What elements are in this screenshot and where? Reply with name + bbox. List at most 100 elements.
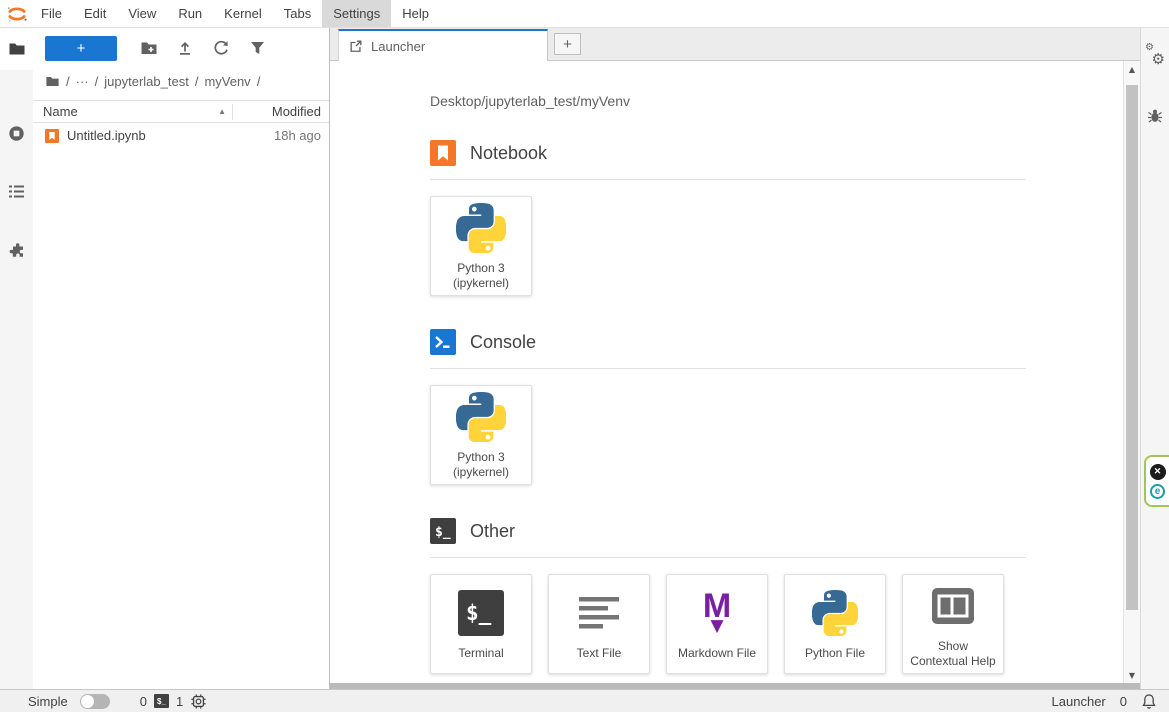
sidebar-tab-property-inspector[interactable]: ⚙ ⚙: [1141, 42, 1169, 70]
new-launcher-button[interactable]: +: [45, 36, 117, 61]
launcher-panel: Desktop/jupyterlab_test/myVenv Notebook: [330, 61, 1140, 683]
upload-icon[interactable]: [167, 35, 203, 61]
card-label: Markdown File: [678, 646, 756, 661]
terminals-count: 0: [140, 694, 147, 709]
section-divider: [430, 368, 1026, 369]
bug-icon: [1147, 108, 1163, 124]
notebook-file-icon: [45, 129, 59, 143]
breadcrumb-ellipsis[interactable]: ···: [76, 74, 89, 89]
menu-run[interactable]: Run: [167, 0, 213, 27]
context-label: Launcher: [1052, 694, 1106, 709]
breadcrumb-separator: /: [257, 74, 261, 89]
gear-small-glyph: ⚙: [1145, 42, 1154, 53]
status-bar-right: Launcher 0: [1052, 693, 1157, 710]
new-folder-icon[interactable]: [131, 35, 167, 61]
vertical-scrollbar[interactable]: ▲ ▼: [1123, 61, 1140, 683]
sidebar-tab-file-browser[interactable]: [0, 28, 33, 70]
python-logo-icon: [456, 391, 506, 443]
scroll-down-icon[interactable]: ▼: [1124, 667, 1140, 683]
launcher-card-terminal[interactable]: $_ Terminal: [430, 574, 532, 674]
bell-icon[interactable]: [1141, 693, 1157, 710]
file-browser-toolbar: +: [33, 28, 329, 68]
python-logo-icon: [456, 202, 506, 254]
tab-bar: Launcher +: [330, 28, 1140, 61]
launcher-section-notebook: Notebook Python: [430, 139, 1026, 296]
menu-file[interactable]: File: [30, 0, 73, 27]
breadcrumb-folder-myvenv[interactable]: myVenv: [204, 74, 250, 89]
file-name: Untitled.ipynb: [67, 128, 241, 143]
launcher-card-notebook-python3[interactable]: Python 3 (ipykernel): [430, 196, 532, 296]
column-header-modified[interactable]: Modified: [233, 104, 321, 119]
sidebar-tab-extensions[interactable]: [0, 230, 33, 272]
file-list-header: Name ▲ Modified: [33, 100, 329, 123]
notebook-section-icon: [430, 140, 456, 166]
scrollbar-thumb[interactable]: [1126, 85, 1138, 610]
kernels-count: 1: [176, 694, 183, 709]
sidebar-tab-debugger[interactable]: [1141, 102, 1169, 130]
svg-text:$_: $_: [435, 525, 451, 540]
section-header-console: Console: [430, 328, 1026, 356]
launcher-tab-icon: [349, 39, 363, 53]
scrollbar-track[interactable]: [1124, 77, 1140, 667]
section-divider: [430, 179, 1026, 180]
breadcrumb-folder-icon[interactable]: [45, 75, 60, 88]
toggle-knob: [81, 695, 94, 708]
markdown-arrow-glyph: ▼: [710, 620, 723, 634]
menu-settings[interactable]: Settings: [322, 0, 391, 27]
python-logo-icon: [812, 587, 858, 639]
tab-launcher[interactable]: Launcher: [338, 29, 548, 61]
scroll-up-icon[interactable]: ▲: [1124, 61, 1140, 77]
launcher-card-markdown-file[interactable]: M ▼ Markdown File: [666, 574, 768, 674]
jupyterlab-window: File Edit View Run Kernel Tabs Settings …: [0, 0, 1169, 712]
close-icon[interactable]: ✕: [1150, 464, 1166, 480]
breadcrumb-separator: /: [66, 74, 70, 89]
terminal-icon: $_: [458, 587, 504, 639]
simple-mode-toggle[interactable]: [80, 694, 110, 709]
column-header-name[interactable]: Name ▲: [41, 104, 232, 119]
launcher-content: Desktop/jupyterlab_test/myVenv Notebook: [330, 61, 1123, 683]
terminal-status-icon: $_: [154, 694, 169, 708]
filter-icon[interactable]: [239, 35, 275, 61]
breadcrumb-folder-jupyterlab-test[interactable]: jupyterlab_test: [104, 74, 189, 89]
refresh-icon[interactable]: [203, 35, 239, 61]
markdown-icon: M ▼: [703, 587, 731, 639]
section-header-notebook: Notebook: [430, 139, 1026, 167]
card-label: Python File: [805, 646, 865, 661]
card-label: Text File: [577, 646, 622, 661]
launcher-card-console-python3[interactable]: Python 3 (ipykernel): [430, 385, 532, 485]
menu-bar: File Edit View Run Kernel Tabs Settings …: [0, 0, 1169, 28]
launcher-card-text-file[interactable]: Text File: [548, 574, 650, 674]
breadcrumb-separator: /: [95, 74, 99, 89]
gears-icon: ⚙ ⚙: [1145, 46, 1165, 66]
section-title: Console: [470, 332, 536, 353]
menu-help[interactable]: Help: [391, 0, 440, 27]
launcher-cwd-path: Desktop/jupyterlab_test/myVenv: [430, 93, 1123, 109]
sidebar-tab-running-kernels[interactable]: [0, 112, 33, 154]
menu-kernel[interactable]: Kernel: [213, 0, 273, 27]
name-column-label: Name: [43, 104, 78, 119]
kernel-status-group[interactable]: 0 $_ 1: [140, 693, 207, 710]
menu-tabs[interactable]: Tabs: [273, 0, 322, 27]
launcher-section-other: $_ Other $_ Terminal: [430, 517, 1026, 674]
console-section-icon: [430, 329, 456, 355]
right-activity-bar: ⚙ ⚙: [1140, 28, 1169, 689]
text-file-icon: [577, 587, 621, 639]
sidebar-tab-table-of-contents[interactable]: [0, 170, 33, 212]
jupyter-logo-icon: [4, 0, 30, 27]
launcher-card-show-contextual-help[interactable]: Show Contextual Help: [902, 574, 1004, 674]
status-bar: Simple 0 $_ 1 Launcher 0: [0, 689, 1169, 712]
section-title: Other: [470, 521, 515, 542]
simple-mode-label: Simple: [28, 694, 68, 709]
menu-edit[interactable]: Edit: [73, 0, 117, 27]
browser-extension-widget: ✕ e: [1144, 455, 1169, 507]
puzzle-icon: [8, 242, 26, 260]
launcher-section-console: Console Python 3: [430, 328, 1026, 485]
new-tab-button[interactable]: +: [554, 33, 581, 55]
extension-e-icon[interactable]: e: [1150, 484, 1165, 499]
contextual-help-icon: [931, 580, 975, 632]
file-row-untitled-ipynb[interactable]: Untitled.ipynb 18h ago: [33, 123, 329, 148]
launcher-card-python-file[interactable]: Python File: [784, 574, 886, 674]
menu-view[interactable]: View: [117, 0, 167, 27]
app-body: + / ··· /: [0, 28, 1169, 689]
card-label: Python 3 (ipykernel): [453, 450, 509, 480]
